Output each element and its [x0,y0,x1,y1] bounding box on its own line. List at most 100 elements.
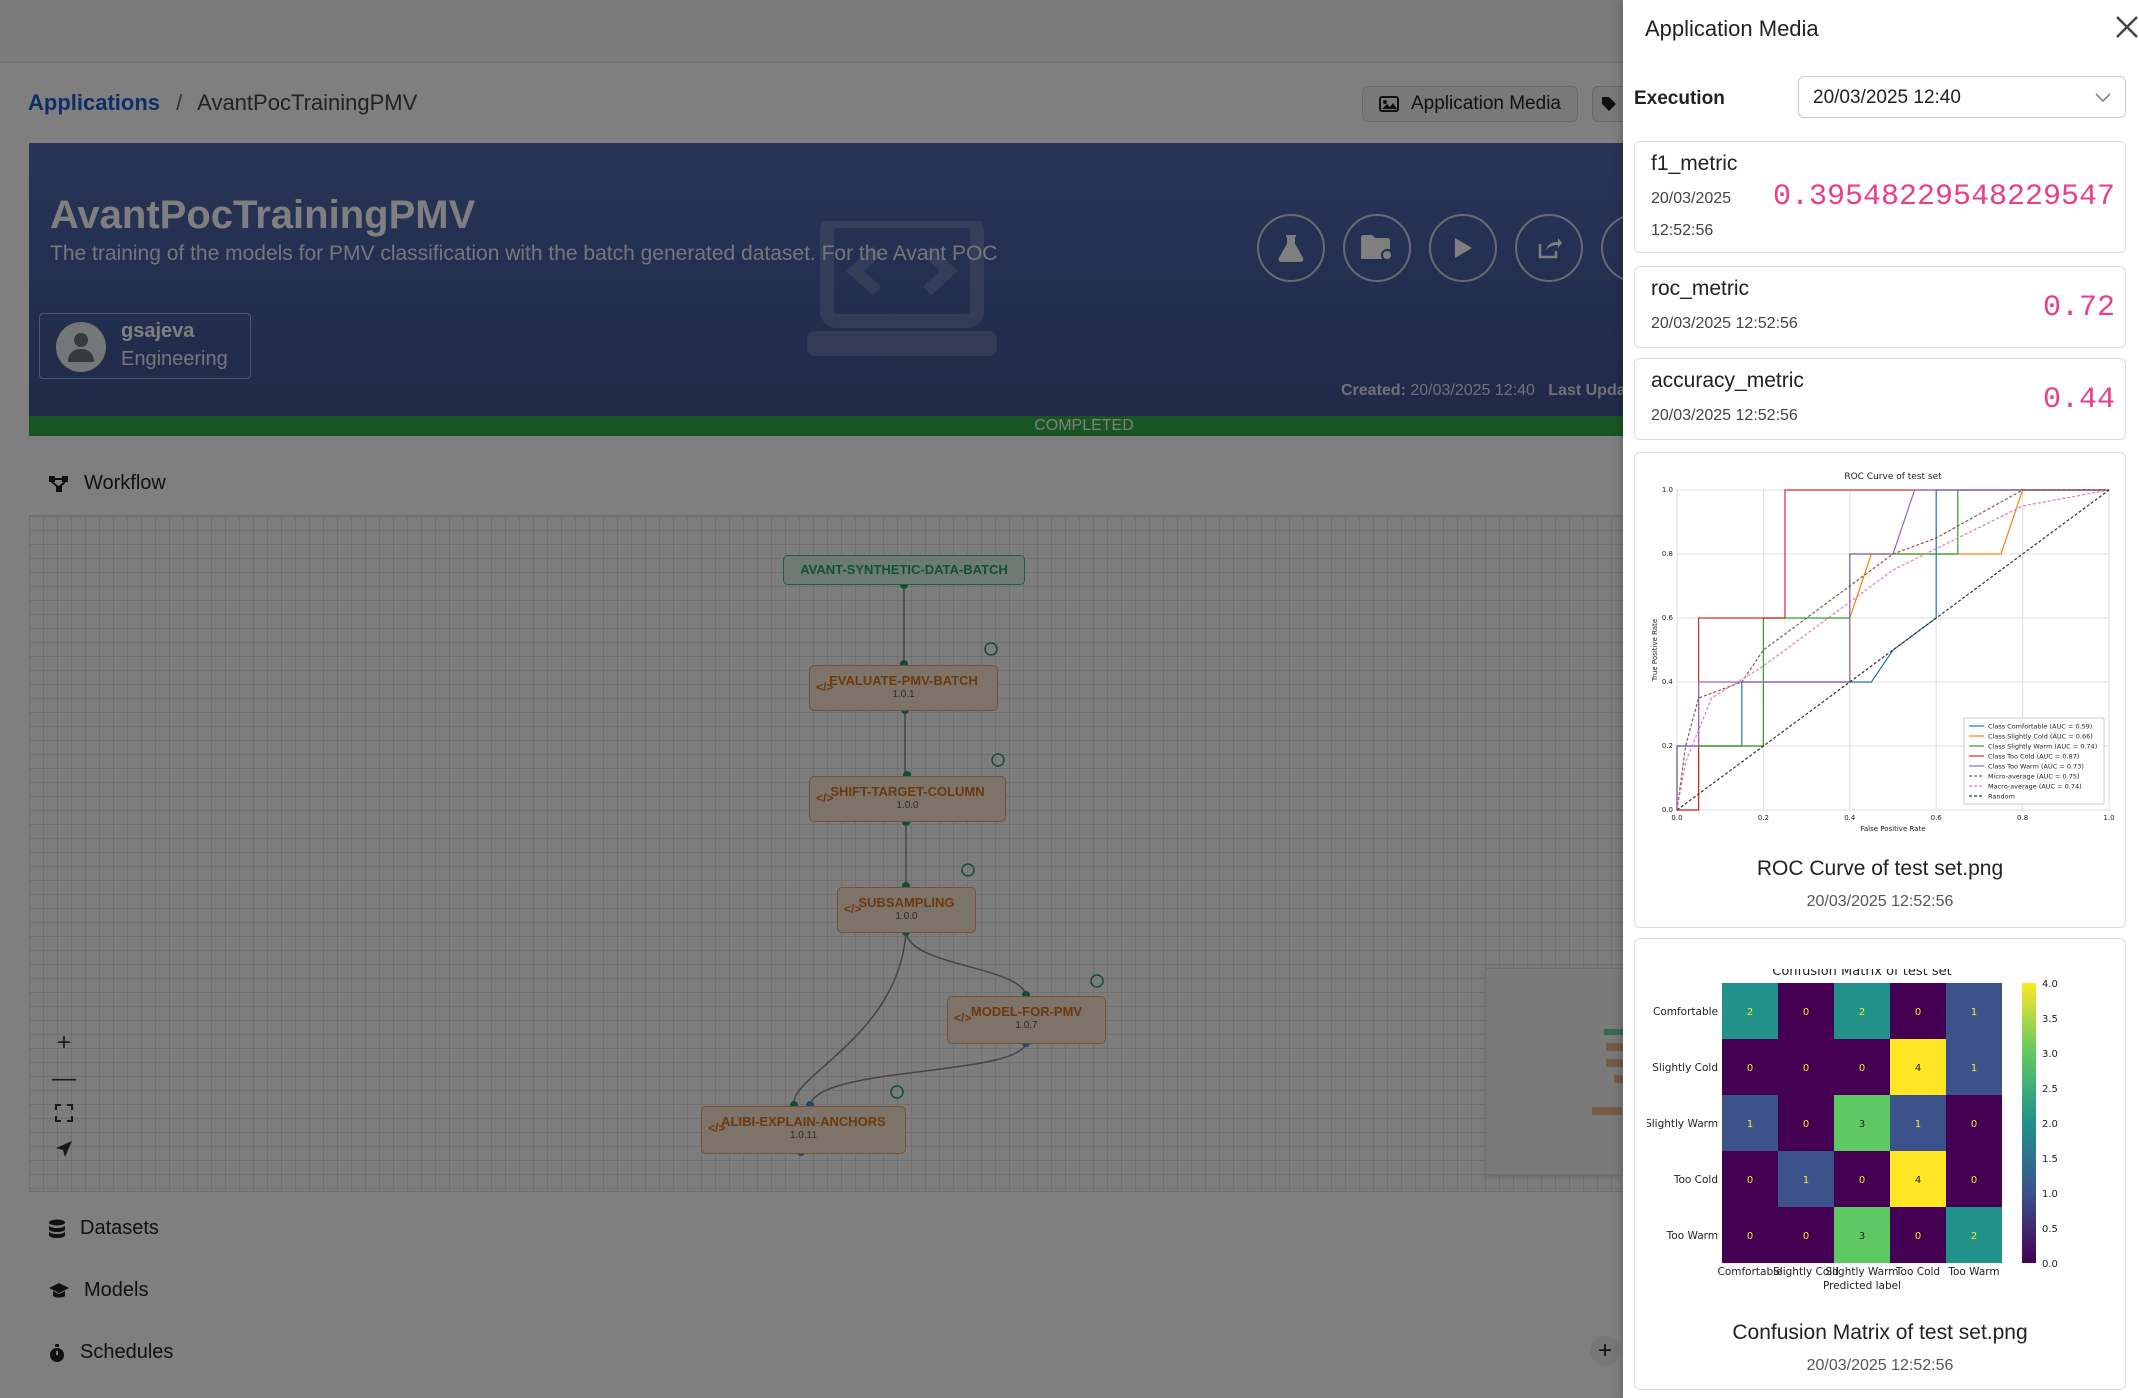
roc-curve-plot: ROC Curve of test set 0.00.0 0.2 0.2 0.4 0.4 0… [1651,472,2115,833]
cm-cell-value: 1 [1803,1175,1809,1186]
cm-cell-value: 0 [1747,1175,1753,1186]
cm-cell-value: 0 [1971,1119,1977,1130]
cm-cell-value: 2 [1971,1231,1977,1242]
roc-x-tick-label: 0.0 [1671,814,1682,822]
execution-select[interactable]: 20/03/2025 12:40 [1798,76,2126,118]
cm-cell-value: 0 [1747,1231,1753,1242]
media-date: 20/03/2025 12:52:56 [1806,1357,1954,1374]
roc-legend-label: Class Too Cold (AUC = 0.87) [1988,753,2079,761]
roc-legend-label: Class Slightly Warm (AUC = 0.74) [1988,743,2097,751]
roc-x-tick-label: 0.4 [1844,814,1856,822]
application-media-drawer: Application Media Execution 20/03/2025 1… [1623,0,2139,1398]
metric-date: 20/03/2025 12:52:56 [1651,407,1798,424]
confusion-matrix-plot: Confusion Matrix of test set 2 0 2 0 1 Comfort… [1645,964,2058,1292]
metric-card: accuracy_metric 20/03/2025 12:52:56 0.44 [1634,358,2126,440]
metric-card: roc_metric 20/03/2025 12:52:56 0.72 [1634,266,2126,348]
cm-row-label: Too Cold [1673,1174,1718,1186]
cm-cell-value: 0 [1803,1007,1809,1018]
media-name: ROC Curve of test set.png [1756,857,2004,880]
roc-legend-label: Macro-average (AUC = 0.74) [1988,783,2082,791]
metric-time: 12:52:56 [1651,222,1714,239]
cm-cell-value: 1 [1747,1119,1753,1130]
cm-row-label: Slightly Cold [1652,1062,1718,1074]
roc-y-tick-label: 0.0 [1662,806,1673,814]
roc-y-tick-label: 0.2 [1662,742,1673,750]
roc-legend-label: Class Too Warm (AUC = 0.73) [1988,763,2084,771]
cm-x-axis-label: Predicted label [1823,1280,1901,1292]
cm-row-label: Too Warm [1666,1230,1718,1242]
cm-cell-value: 1 [1971,1007,1977,1018]
media-name: Confusion Matrix of test set.png [1732,1321,2028,1344]
roc-curve-image[interactable]: ROC Curve of test set 0.0 0.0 0.2 0.2 0.4 0.4 0… [1647,465,2115,865]
cm-colorbar-tick: 1.5 [2042,1154,2058,1165]
roc-x-tick-label: 1.0 [2103,814,2114,822]
cm-cell-value: 0 [1859,1063,1865,1074]
metric-value: 0.39548229548229547 [1772,180,2115,214]
cm-colorbar-tick: 3.5 [2042,1014,2058,1025]
roc-y-tick-label: 0.8 [1662,550,1673,558]
cm-row-label: Comfortable [1653,1006,1718,1018]
chevron-down-icon [2095,77,2111,119]
metric-name: accuracy_metric [1651,369,1804,392]
roc-y-tick-label: 1.0 [1662,486,1673,494]
cm-cell-value: 1 [1915,1119,1921,1130]
cm-cell-value: 4 [1915,1063,1921,1074]
modal-backdrop[interactable] [0,0,1623,1398]
cm-column-label: Too Warm [1947,1266,1999,1278]
close-button[interactable] [2114,14,2139,45]
execution-label: Execution [1634,88,1725,109]
roc-legend-label: Class Slightly Cold (AUC = 0.66) [1988,733,2093,741]
cm-colorbar-tick: 0.0 [2042,1259,2058,1270]
cm-colorbar-tick: 2.5 [2042,1084,2058,1095]
roc-y-tick-label: 0.6 [1662,614,1674,622]
cm-cell-value: 0 [1971,1175,1977,1186]
cm-colorbar-tick: 0.5 [2042,1224,2058,1235]
cm-cell-value: 0 [1915,1007,1921,1018]
cm-cell-value: 0 [1915,1231,1921,1242]
close-icon [2116,16,2138,38]
roc-x-tick-label: 0.2 [1758,814,1769,822]
roc-legend-label: Micro-average (AUC = 0.75) [1988,773,2080,781]
cm-colorbar-tick: 4.0 [2042,979,2058,990]
roc-legend-label: Random [1988,793,2015,801]
cm-column-label: Slightly Warm [1826,1266,1899,1278]
cm-column-label: Too Cold [1895,1266,1940,1278]
cm-cell-value: 2 [1747,1007,1753,1018]
metric-date: 20/03/2025 12:52:56 [1651,315,1798,332]
metric-date: 20/03/2025 [1651,190,1732,207]
roc-x-axis-label: False Positive Rate [1860,825,1925,833]
roc-legend-box [1963,717,2105,805]
media-card[interactable]: Confusion Matrix of test set 2 0 2 0 1 Comfort… [1634,938,2126,1390]
media-date: 20/03/2025 12:52:56 [1806,893,1954,910]
roc-y-tick-label: 0.4 [1662,678,1674,686]
cm-colorbar [2022,983,2036,1263]
confusion-matrix-image[interactable]: Confusion Matrix of test set 2 0 2 0 1 Comfort… [1645,964,2115,1349]
cm-cell-value: 0 [1747,1063,1753,1074]
media-card[interactable]: ROC Curve of test set 0.0 0.0 0.2 0.2 0.4 0.4 0… [1634,452,2126,928]
cm-cell-value: 1 [1971,1063,1977,1074]
roc-x-tick-label: 0.8 [2017,814,2028,822]
roc-y-axis-label: True Positive Rate [1651,619,1659,682]
cm-row-label: Slightly Warm [1647,1118,1718,1130]
metric-value: 0.44 [2042,383,2115,417]
roc-legend-label: Class Comfortable (AUC = 0.59) [1988,723,2092,731]
drawer-title: Application Media [1645,16,1819,41]
metric-name: roc_metric [1651,277,1750,300]
cm-cell-value: 4 [1915,1175,1921,1186]
cm-cell-value: 0 [1803,1231,1809,1242]
cm-colorbar-tick: 1.0 [2042,1189,2058,1200]
cm-cell-value: 0 [1859,1175,1865,1186]
cm-colorbar-tick: 2.0 [2042,1119,2058,1130]
cm-title: Confusion Matrix of test set [1772,969,1952,979]
metric-value: 0.72 [2042,291,2115,325]
metric-name: f1_metric [1651,152,1738,175]
cm-cell-value: 0 [1803,1119,1809,1130]
cm-cell-value: 3 [1859,1231,1865,1242]
roc-title: ROC Curve of test set [1844,472,1942,482]
cm-cell-value: 2 [1859,1007,1865,1018]
cm-cell-value: 3 [1859,1119,1865,1130]
cm-cell-value: 0 [1803,1063,1809,1074]
roc-x-tick-label: 0.6 [1931,814,1943,822]
cm-colorbar-tick: 3.0 [2042,1049,2058,1060]
metric-card: f1_metric 20/03/2025 12:52:56 0.39548229… [1634,141,2126,253]
